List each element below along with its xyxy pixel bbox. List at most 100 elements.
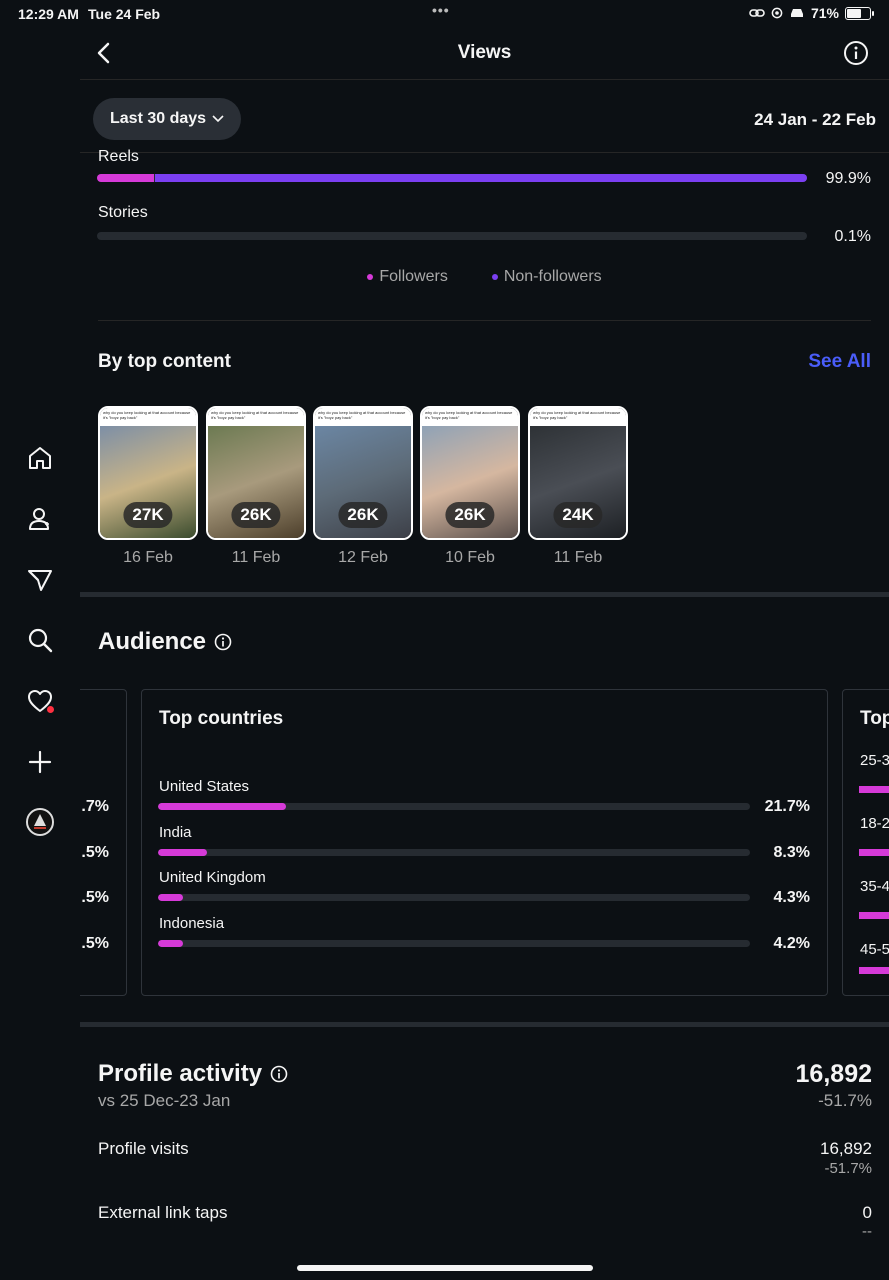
thumbnail-date: 16 Feb — [123, 549, 173, 566]
stories-percent: 0.1% — [834, 228, 871, 245]
reels-bar — [97, 174, 807, 182]
legend: Followers Non-followers — [80, 268, 889, 286]
audience-card-partial-left[interactable]: .7% .5% .5% .5% — [80, 689, 127, 996]
avatar — [26, 808, 54, 836]
age-label: 35-4 — [860, 878, 889, 895]
country-percent: 21.7% — [764, 798, 810, 815]
external-link-taps-label: External link taps — [98, 1203, 228, 1222]
at-icon — [771, 7, 783, 19]
non-followers-segment — [154, 174, 807, 182]
country-name: United States — [159, 778, 250, 795]
legend-followers: Followers — [367, 268, 448, 286]
thumbnail-caption: why do you keep looking at that account … — [422, 408, 518, 426]
divider — [80, 152, 889, 153]
followers-dot — [367, 273, 374, 280]
status-right: 71% — [749, 5, 874, 21]
main-content: Views Last 30 days 24 Jan - 22 Feb Reels… — [80, 26, 889, 1280]
profile-avatar[interactable] — [24, 806, 56, 838]
country-bar — [158, 894, 750, 901]
multitask-dots[interactable]: ••• — [432, 2, 450, 18]
top-content-thumbnail[interactable]: why do you keep looking at that account … — [206, 406, 306, 540]
profile-activity-comparison: vs 25 Dec-23 Jan — [98, 1091, 231, 1110]
home-indicator[interactable] — [297, 1265, 593, 1271]
country-percent: 8.3% — [773, 843, 810, 861]
country-percent: 4.3% — [773, 889, 810, 906]
divider — [98, 320, 871, 321]
top-age-title: Top — [860, 708, 889, 729]
avatar-image — [28, 810, 52, 834]
status-time: 12:29 AM — [18, 6, 79, 22]
country-bar — [158, 803, 750, 810]
country-bar-fill — [158, 848, 208, 856]
profile-activity-heading: Profile activity — [98, 1060, 288, 1088]
thumbnail-date: 11 Feb — [231, 549, 281, 566]
thumbnail-caption: why do you keep looking at that account … — [208, 408, 304, 426]
link-icon — [749, 9, 765, 17]
top-content-thumbnail[interactable]: why do you keep looking at that account … — [528, 406, 628, 540]
home-icon[interactable] — [24, 442, 56, 474]
thumbnail-views: 26K — [338, 502, 388, 528]
age-label: 45-5 — [860, 941, 889, 958]
date-range-dropdown[interactable]: Last 30 days — [93, 98, 242, 140]
thumbnail-views: 26K — [445, 502, 495, 528]
content-type-label: Reels — [98, 148, 139, 162]
country-name: United Kingdom — [159, 869, 266, 886]
top-content-thumbnail[interactable]: why do you keep looking at that account … — [420, 406, 520, 540]
profile-activity-change: -51.7% — [818, 1091, 872, 1110]
top-content-thumbnail[interactable]: why do you keep looking at that account … — [98, 406, 198, 540]
partial-percent: .5% — [81, 844, 109, 861]
partial-percent: .7% — [81, 798, 109, 815]
age-label: 18-2 — [860, 815, 889, 832]
thumbnail-date: 11 Feb — [553, 549, 603, 566]
country-bar — [158, 939, 750, 947]
country-name: Indonesia — [159, 914, 225, 932]
country-bar-fill — [158, 894, 184, 901]
info-icon[interactable] — [214, 633, 232, 651]
sidebar-nav — [0, 26, 80, 1280]
thumbnail-caption: why do you keep looking at that account … — [315, 408, 411, 426]
see-all-link[interactable]: See All — [808, 351, 871, 373]
top-countries-card[interactable]: Top countries United States 21.7% India 8.3… — [141, 689, 828, 996]
top-bar: Views — [80, 26, 889, 80]
age-label: 25-3 — [860, 752, 889, 769]
legend-non-followers: Non-followers — [491, 268, 602, 286]
thumbnail-caption: why do you keep looking at that account … — [100, 408, 196, 426]
section-divider — [80, 1022, 889, 1027]
send-icon[interactable] — [24, 564, 56, 596]
country-percent: 4.2% — [773, 934, 810, 952]
partial-percent: .5% — [81, 889, 109, 906]
date-range-label: Last 30 days — [110, 110, 207, 127]
date-range-text: 24 Jan - 22 Feb — [754, 110, 876, 129]
non-followers-dot — [491, 273, 498, 280]
battery-icon — [845, 6, 874, 20]
people-icon[interactable] — [24, 503, 56, 535]
profile-visits-value: 16,892 — [820, 1139, 872, 1158]
audience-card-partial-right[interactable]: Top 25-3 18-2 35-4 45-5 — [842, 689, 889, 996]
stories-bar — [97, 232, 807, 240]
page-title: Views — [457, 42, 512, 63]
plus-icon[interactable] — [24, 746, 56, 778]
age-bar — [859, 786, 889, 793]
followers-segment — [97, 174, 154, 182]
legend-non-followers-label: Non-followers — [503, 268, 602, 285]
info-icon[interactable] — [270, 1065, 288, 1083]
partial-percent: .5% — [81, 935, 109, 952]
country-name: India — [159, 823, 192, 841]
age-bar — [859, 912, 889, 919]
section-divider — [80, 592, 889, 597]
search-icon[interactable] — [24, 624, 56, 656]
top-content-thumbnail[interactable]: why do you keep looking at that account … — [313, 406, 413, 540]
profile-activity-total: 16,892 — [795, 1060, 872, 1088]
heart-icon[interactable] — [24, 685, 56, 717]
thumbnail-views: 26K — [231, 502, 281, 528]
country-bar — [158, 848, 750, 856]
external-link-taps-value: 0 — [862, 1203, 872, 1222]
profile-activity-title: Profile activity — [98, 1060, 263, 1087]
chevron-down-icon — [212, 115, 224, 123]
audience-heading: Audience — [98, 628, 232, 656]
country-bar-fill — [158, 803, 287, 810]
info-icon[interactable] — [843, 40, 869, 66]
audience-title: Audience — [98, 628, 207, 655]
legend-followers-label: Followers — [379, 268, 448, 285]
thumbnail-caption: why do you keep looking at that account … — [530, 408, 626, 426]
